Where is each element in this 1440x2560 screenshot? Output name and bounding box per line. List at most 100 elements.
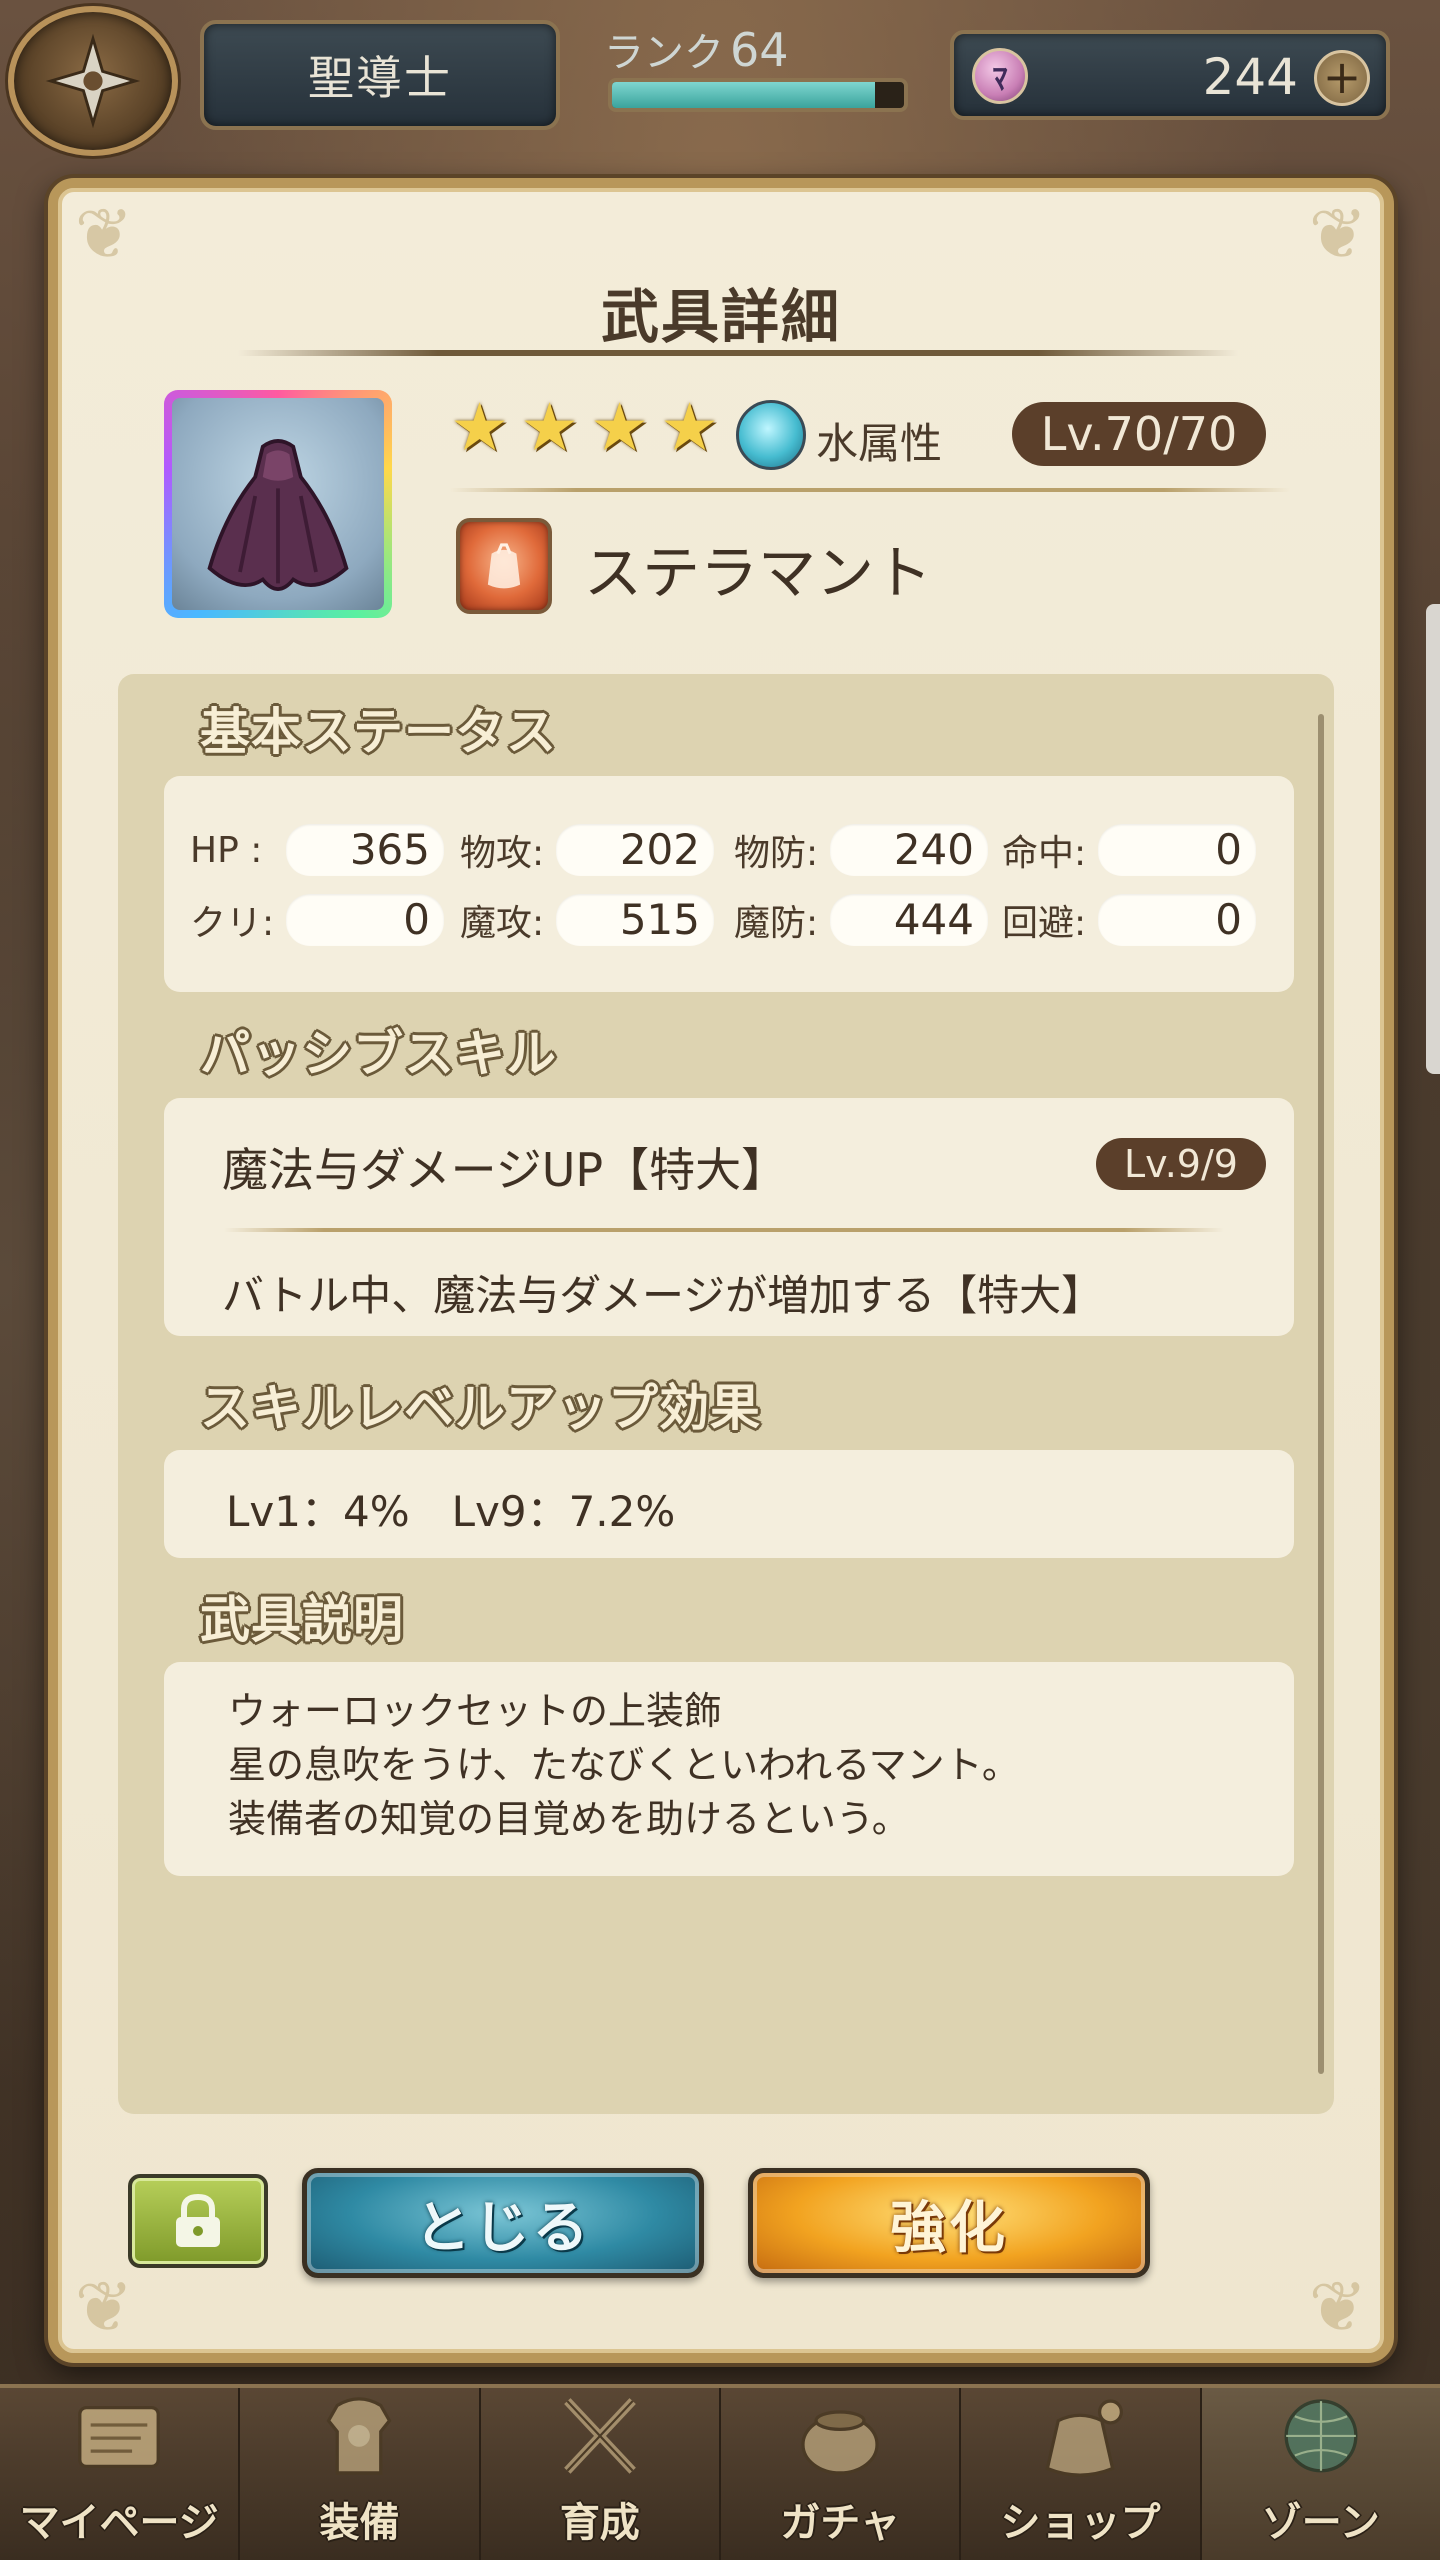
stat-label: 命中: (1002, 833, 1087, 874)
star-icon: ★ (520, 389, 580, 466)
item-level-badge: Lv.70/70 (1012, 402, 1266, 466)
star-icon: ★ (590, 389, 650, 466)
compass-star-icon (45, 33, 141, 129)
skill-levelup-title: スキルレベルアップ効果 (200, 1379, 761, 1437)
item-description-text: ウォーロックセットの上装飾 星の息吹をうけ、たなびくといわれるマント。 装備者の… (228, 1684, 1020, 1846)
panel-title: 武具詳細 (600, 283, 841, 351)
nav-label: マイページ (19, 2500, 219, 2546)
stat-hp: HP : 365 (190, 824, 444, 876)
passive-skill-title: パッシブスキル (200, 1025, 557, 1083)
stat-value: 0 (286, 894, 444, 946)
item-description-title: 武具説明 (200, 1591, 404, 1649)
stat-phys-defense: 物防: 240 (734, 824, 988, 876)
menu-emblem-button[interactable] (8, 6, 178, 156)
nav-label: ガチャ (780, 2500, 900, 2546)
gem-count: 244 (1202, 48, 1298, 106)
bottom-nav: マイページ 装備 育成 ガチャ ショップ ゾーン (0, 2384, 1440, 2560)
description-line: ウォーロックセットの上装飾 (228, 1689, 723, 1733)
stat-label: 魔防: (734, 903, 819, 944)
skill-divider (224, 1228, 1224, 1232)
cloak-icon (207, 439, 349, 591)
close-button[interactable]: とじる (302, 2168, 704, 2278)
stat-label: 物防: (734, 833, 819, 874)
rank-progress-fill (612, 82, 875, 108)
rank-display: ランク 64 (590, 14, 920, 124)
skill-levelup-card: Lv1：4% Lv9：7.2% (164, 1450, 1294, 1558)
nav-label: ショップ (1000, 2500, 1161, 2546)
stat-label: 魔攻: (460, 903, 545, 944)
ornament-corner: ❦ (74, 193, 134, 275)
stat-label: クリ: (190, 903, 275, 944)
skill-name: 魔法与ダメージUP【特大】 (222, 1143, 788, 1197)
nav-gacha[interactable]: ガチャ (721, 2388, 962, 2560)
nav-mypage[interactable]: マイページ (0, 2388, 241, 2560)
rarity-stars: ★ ★ ★ ★ (450, 389, 724, 466)
stat-label: 物攻: (460, 833, 545, 874)
ornament-corner: ❦ (1308, 2266, 1368, 2348)
equipment-detail-panel: ❦ ❦ ❦ ❦ 武具詳細 ★ ★ ★ ★ 水属性 Lv.70/70 ステラマント… (48, 178, 1394, 2363)
lock-button[interactable] (128, 2174, 268, 2268)
add-gem-button[interactable]: + (1314, 50, 1370, 106)
scrollbar[interactable] (1318, 714, 1324, 2074)
star-icon: ★ (660, 389, 720, 466)
stat-magic-defense: 魔防: 444 (734, 894, 988, 946)
nav-equipment[interactable]: 装備 (240, 2388, 481, 2560)
gem-currency: ﾏ 244 + (950, 30, 1390, 120)
skill-levelup-text: Lv1：4% Lv9：7.2% (226, 1487, 676, 1536)
armor-icon (327, 2397, 392, 2475)
ornament-corner: ❦ (1308, 193, 1368, 275)
nav-shop[interactable]: ショップ (961, 2388, 1202, 2560)
water-attribute-icon (736, 400, 806, 470)
map-scroll-icon (78, 2405, 160, 2469)
attribute-label: 水属性 (816, 419, 943, 468)
stat-value: 365 (286, 824, 444, 876)
gem-icon: ﾏ (972, 48, 1028, 104)
stat-critical: クリ: 0 (190, 894, 444, 946)
nav-zone[interactable]: ゾーン (1201, 2388, 1440, 2560)
description-line: 装備者の知覚の目覚めを助けるという。 (228, 1797, 910, 1841)
item-name: ステラマント (584, 539, 933, 607)
header-divider (450, 488, 1290, 492)
basic-status-card: HP : 365 物攻: 202 物防: 240 命中: 0 クリ: 0 魔攻:… (164, 776, 1294, 992)
nav-label: 装備 (319, 2500, 400, 2546)
stat-value: 515 (556, 894, 714, 946)
detail-scroll-area[interactable]: 基本ステータス HP : 365 物攻: 202 物防: 240 命中: 0 ク… (118, 674, 1334, 2114)
globe-icon (1284, 2399, 1358, 2473)
star-icon: ★ (450, 389, 510, 466)
stat-value: 240 (830, 824, 988, 876)
enhance-button[interactable]: 強化 (748, 2168, 1150, 2278)
bag-icon (487, 543, 521, 589)
passive-skill-card: 魔法与ダメージUP【特大】 Lv.9/9 バトル中、魔法与ダメージが増加する【特… (164, 1098, 1294, 1336)
item-thumbnail (164, 390, 392, 618)
stat-evasion: 回避: 0 (1002, 894, 1256, 946)
description-line: 星の息吹をうけ、たなびくといわれるマント。 (228, 1743, 1020, 1787)
nav-label: 育成 (559, 2500, 640, 2546)
top-status-bar: 聖導士 ランク 64 ﾏ 244 + (0, 0, 1440, 160)
title-divider (238, 350, 1238, 356)
crossed-swords-icon (563, 2398, 636, 2474)
skill-description: バトル中、魔法与ダメージが増加する【特大】 (222, 1271, 1104, 1320)
stat-value: 0 (1098, 824, 1256, 876)
skill-level-badge: Lv.9/9 (1096, 1138, 1266, 1190)
coin-bag-icon (1045, 2399, 1124, 2477)
stat-value: 444 (830, 894, 988, 946)
ornament-corner: ❦ (74, 2266, 134, 2348)
nav-label: ゾーン (1261, 2500, 1380, 2546)
stat-magic-attack: 魔攻: 515 (460, 894, 714, 946)
job-name: 聖導士 (200, 20, 560, 130)
basic-status-title: 基本ステータス (200, 703, 557, 761)
nav-training[interactable]: 育成 (481, 2388, 721, 2560)
stat-value: 0 (1098, 894, 1256, 946)
stat-label: 回避: (1002, 903, 1087, 944)
accessory-type-icon (456, 518, 552, 614)
stat-accuracy: 命中: 0 (1002, 824, 1256, 876)
rank-label: ランク (604, 30, 724, 76)
stat-label: HP : (190, 829, 263, 871)
lock-icon (176, 2193, 220, 2247)
treasure-pot-icon (801, 2410, 879, 2475)
item-description-card: ウォーロックセットの上装飾 星の息吹をうけ、たなびくといわれるマント。 装備者の… (164, 1662, 1294, 1876)
rank-progress-bar (608, 78, 908, 112)
stat-value: 202 (556, 824, 714, 876)
side-edge-handle[interactable] (1426, 604, 1440, 1074)
rank-value: 64 (730, 23, 789, 77)
